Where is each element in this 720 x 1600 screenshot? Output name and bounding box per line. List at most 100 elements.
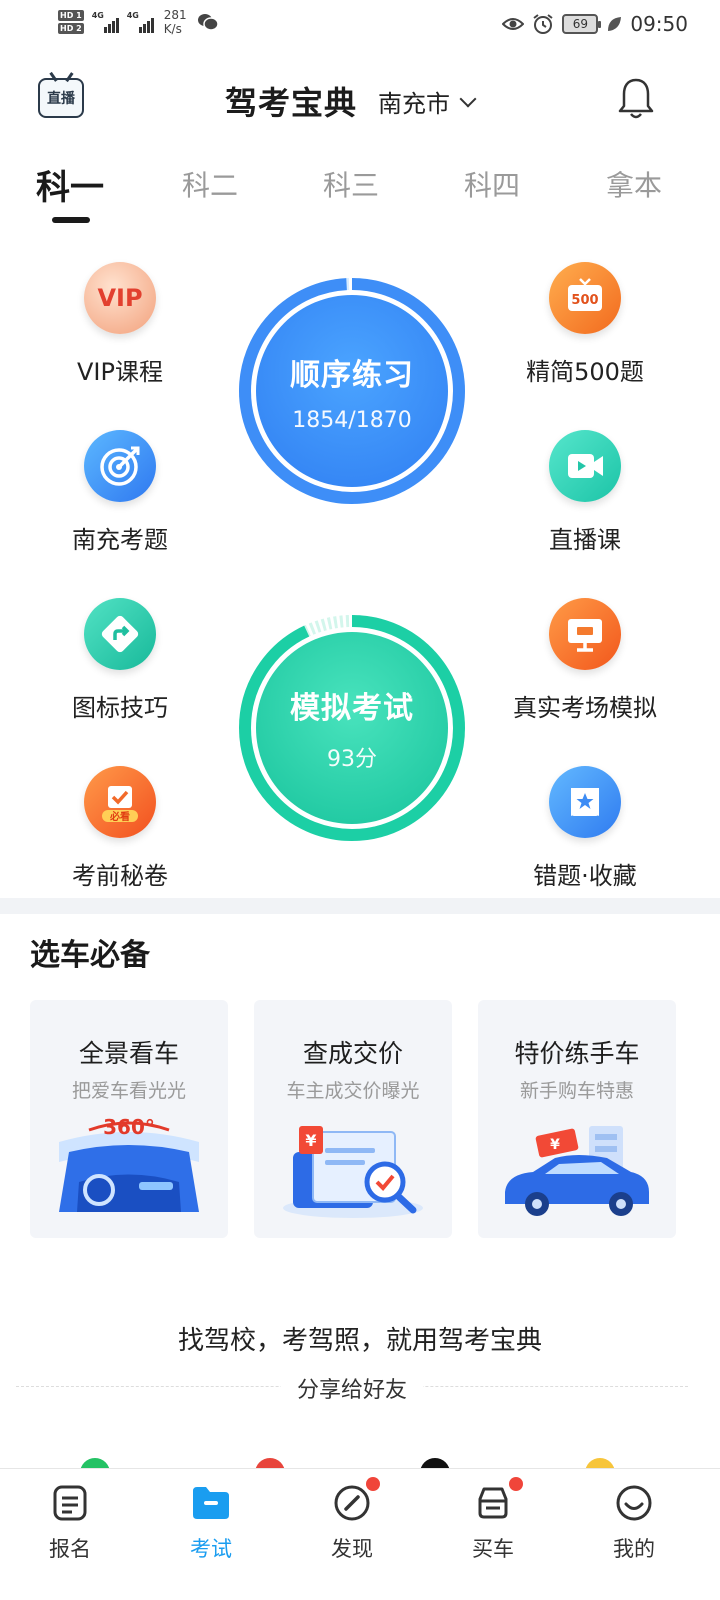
hd1-badge: HD 1 <box>58 10 84 21</box>
app-title: 驾考宝典 <box>225 84 358 122</box>
card-title: 查成交价 <box>302 1039 403 1068</box>
signal-icon: 4G <box>91 11 119 33</box>
eye-icon <box>502 18 525 30</box>
active-tab-indicator <box>52 217 90 223</box>
video-icon <box>549 430 621 502</box>
notification-dot <box>509 1477 523 1491</box>
card-title: 全景看车 <box>78 1039 179 1068</box>
notification-dot <box>366 1477 380 1491</box>
nav-me[interactable]: 我的 <box>584 1483 684 1563</box>
tab-subject-4[interactable]: 科四 <box>464 164 520 204</box>
wrong-favorites-entry[interactable]: 错题·收藏 <box>485 766 685 891</box>
nav-label: 考试 <box>190 1537 232 1561</box>
vip-course-label: VIP课程 <box>77 358 163 386</box>
wrong-favorites-label: 错题·收藏 <box>533 862 637 890</box>
leaf-icon <box>608 17 622 31</box>
card-subtitle: 车主成交价曝光 <box>286 1080 420 1102</box>
folder-icon <box>193 1487 229 1519</box>
target-icon <box>84 430 156 502</box>
nav-buy-car[interactable]: 买车 <box>443 1477 543 1563</box>
card-title: 特价练手车 <box>514 1039 640 1068</box>
wechat-icon <box>197 14 219 31</box>
nav-label: 我的 <box>613 1537 655 1561</box>
tab-subject-1[interactable]: 科一 <box>36 160 104 209</box>
nav-discover[interactable]: 发现 <box>302 1477 402 1563</box>
car-section-title: 选车必备 <box>30 938 150 973</box>
app-header: 直播 驾考宝典 南充市 <box>0 68 720 132</box>
nav-exam[interactable]: 考试 <box>161 1483 261 1563</box>
sign-tips-label: 图标技巧 <box>72 694 168 722</box>
mock-title: 模拟考试 <box>290 691 414 726</box>
select-500-entry[interactable]: 500 精简500题 <box>485 262 685 387</box>
nav-signup[interactable]: 报名 <box>20 1483 120 1563</box>
nav-label: 发现 <box>331 1537 373 1561</box>
smile-icon <box>616 1485 652 1521</box>
status-bar: HD 1 HD 2 4G 4G 281 K/s 69 09:50 <box>0 0 720 52</box>
price-search-illustration: ¥ <box>283 1126 423 1218</box>
hd-indicator: HD 1 HD 2 <box>58 10 84 34</box>
500-icon-text: 500 <box>571 293 598 308</box>
bell-icon[interactable] <box>616 76 656 122</box>
exam-secret-label: 考前秘卷 <box>72 862 168 890</box>
compass-icon <box>334 1485 370 1521</box>
mock-core: 模拟考试 93分 <box>256 632 448 824</box>
practice-car-card[interactable]: 特价练手车 新手购车特惠 ¥ <box>478 1000 676 1238</box>
card-subtitle: 新手购车特惠 <box>519 1080 634 1102</box>
must-read-text: 必看 <box>109 810 130 823</box>
bottom-navigation: 报名 考试 发现 买车 我的 <box>0 1468 720 1600</box>
tab-subject-2[interactable]: 科二 <box>182 164 238 204</box>
network-speed: 281 K/s <box>164 8 187 36</box>
road-sign-icon <box>84 598 156 670</box>
chevron-down-icon <box>459 90 477 107</box>
sequential-practice-button[interactable]: 顺序练习 1854/1870 <box>238 277 466 505</box>
vip-icon: VIP <box>84 262 156 334</box>
500-icon: 500 <box>549 262 621 334</box>
tab-subject-3[interactable]: 科三 <box>323 164 379 204</box>
battery-level: 69 <box>572 17 588 31</box>
live-course-entry[interactable]: 直播课 <box>485 430 685 555</box>
subject-tabs: 科一 科二 科三 科四 拿本 <box>0 160 720 230</box>
yuan-badge: ¥ <box>550 1137 560 1153</box>
network-type-2: 4G <box>126 11 139 20</box>
car-interior-illustration: 360° <box>59 1115 199 1212</box>
monitor-icon <box>549 598 621 670</box>
city-selector[interactable]: 南充市 <box>378 84 477 119</box>
network-type-1: 4G <box>91 11 104 20</box>
live-tv-button[interactable]: 直播 <box>38 78 84 118</box>
section-divider <box>0 898 720 914</box>
signal-icon-2: 4G <box>126 11 154 33</box>
battery-icon: 69 <box>562 14 602 34</box>
nav-label: 报名 <box>49 1537 91 1561</box>
bookmark-star-icon <box>549 766 621 838</box>
card-subtitle: 把爱车看光光 <box>71 1080 186 1102</box>
car-illustration: ¥ <box>505 1126 649 1216</box>
yuan-badge: ¥ <box>305 1131 316 1150</box>
practice-progress-text: 1854/1870 <box>292 407 412 433</box>
must-read-icon: 必看 <box>84 766 156 838</box>
form-icon <box>53 1485 87 1521</box>
exam-secret-entry[interactable]: 必看 考前秘卷 <box>20 766 220 891</box>
live-course-label: 直播课 <box>549 526 621 554</box>
car-icon <box>478 1487 508 1519</box>
real-exam-sim-entry[interactable]: 真实考场模拟 <box>485 598 685 723</box>
city-name: 南充市 <box>378 90 450 118</box>
real-exam-sim-label: 真实考场模拟 <box>513 694 657 722</box>
panorama-card[interactable]: 全景看车 把爱车看光光 360° <box>30 1000 228 1238</box>
speed-value: 281 <box>163 8 187 22</box>
alarm-icon <box>533 14 553 34</box>
vip-icon-text: VIP <box>97 284 143 312</box>
vip-course-entry[interactable]: VIP VIP课程 <box>20 262 220 387</box>
mock-exam-button[interactable]: 模拟考试 93分 <box>238 614 466 842</box>
practice-title: 顺序练习 <box>290 357 414 393</box>
local-questions-entry[interactable]: 南充考题 <box>20 430 220 555</box>
price-check-card[interactable]: 查成交价 车主成交价曝光 ¥ <box>254 1000 452 1238</box>
clock: 09:50 <box>630 12 688 36</box>
tab-get-license[interactable]: 拿本 <box>606 164 662 204</box>
share-label: 分享给好友 <box>280 1378 423 1403</box>
select-500-label: 精简500题 <box>526 358 644 386</box>
sign-tips-entry[interactable]: 图标技巧 <box>20 598 220 723</box>
practice-core: 顺序练习 1854/1870 <box>256 295 448 487</box>
mock-score-text: 93分 <box>327 747 377 772</box>
nav-label: 买车 <box>472 1537 514 1561</box>
live-label: 直播 <box>47 91 75 107</box>
